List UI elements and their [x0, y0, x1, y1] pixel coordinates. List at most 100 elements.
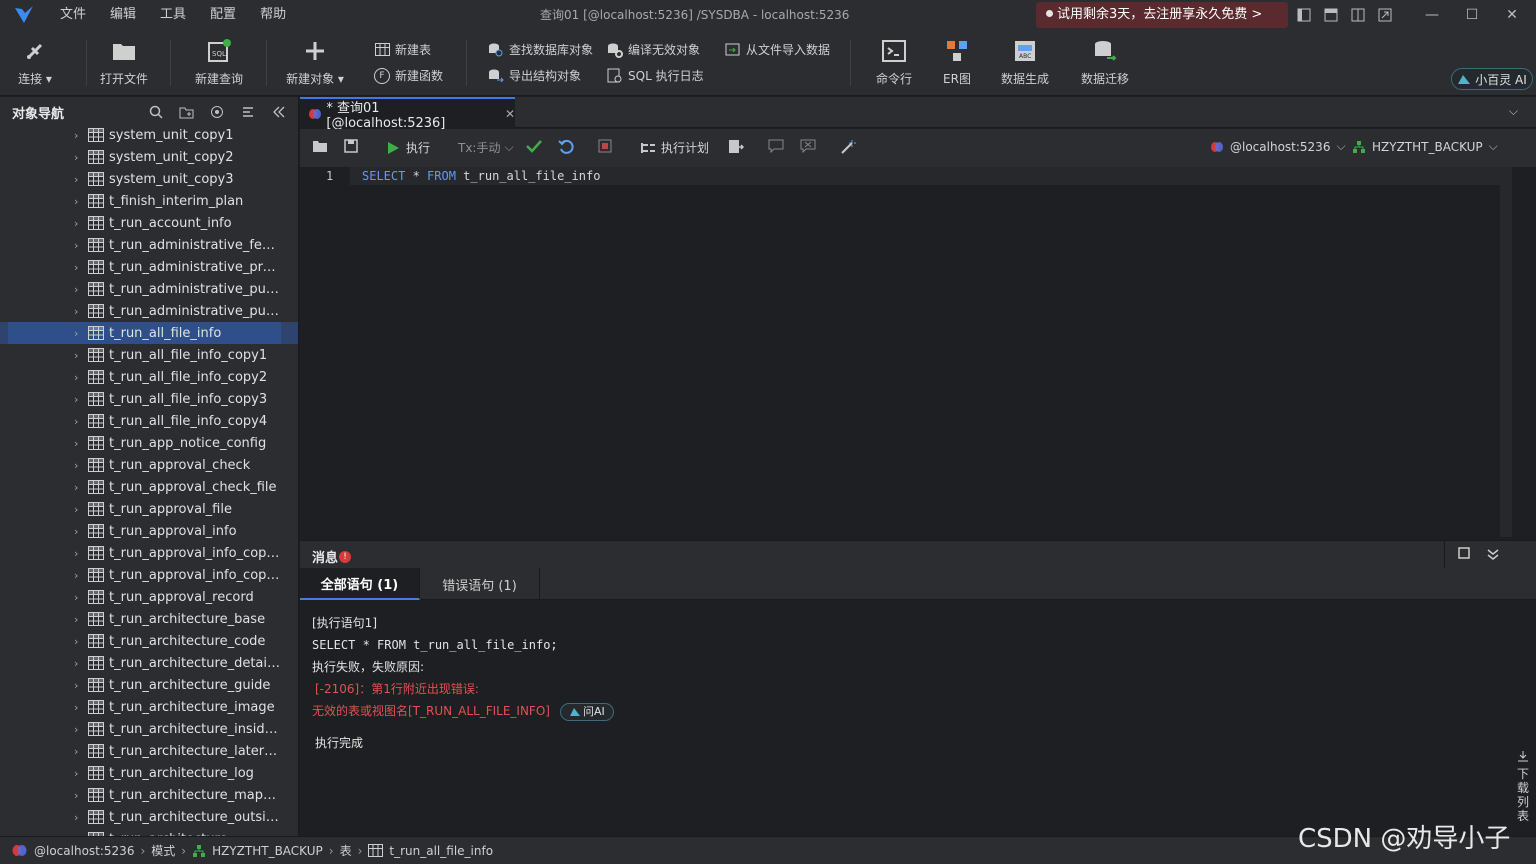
data-gen-button[interactable]: ABC 数据生成: [990, 38, 1060, 87]
tree-item[interactable]: › t_run_approval_check_file: [0, 476, 298, 498]
rollback-icon[interactable]: [558, 139, 574, 155]
menu-config[interactable]: 配置: [198, 0, 248, 30]
sql-editor[interactable]: 1 SELECT * FROM t_run_all_file_info: [300, 167, 1500, 537]
tab-close-icon[interactable]: ✕: [505, 107, 515, 121]
find-db-object-button[interactable]: 查找数据库对象: [488, 41, 593, 58]
open-file-button[interactable]: 打开文件: [89, 38, 159, 87]
execute-button[interactable]: 执行: [386, 139, 430, 156]
chevron-right-icon[interactable]: ›: [74, 349, 88, 362]
tree-item[interactable]: › system_unit_copy2: [0, 146, 298, 168]
chevron-right-icon[interactable]: ›: [74, 393, 88, 406]
tab-query01[interactable]: * 查询01 [@localhost:5236] ✕: [300, 97, 515, 131]
tree-item[interactable]: › system_unit_copy3: [0, 168, 298, 190]
chevron-right-icon[interactable]: ›: [74, 151, 88, 164]
status-connection[interactable]: @localhost:5236: [34, 844, 134, 858]
chevron-right-icon[interactable]: ›: [74, 679, 88, 692]
data-migrate-button[interactable]: 数据迁移: [1070, 38, 1140, 87]
chevron-right-icon[interactable]: ›: [74, 547, 88, 560]
commit-icon[interactable]: [526, 139, 542, 153]
chevron-right-icon[interactable]: ›: [74, 327, 88, 340]
exec-plan-button[interactable]: 执行计划: [640, 139, 709, 156]
cmdline-button[interactable]: 命令行: [859, 38, 929, 87]
sql-log-button[interactable]: SQL 执行日志: [607, 67, 704, 84]
chevron-right-icon[interactable]: ›: [74, 437, 88, 450]
chevron-right-icon[interactable]: ›: [74, 635, 88, 648]
chevron-right-icon[interactable]: ›: [74, 459, 88, 472]
magic-wand-icon[interactable]: [840, 139, 856, 155]
chevron-right-icon[interactable]: ›: [74, 503, 88, 516]
chevron-right-icon[interactable]: ›: [74, 525, 88, 538]
chevron-right-icon[interactable]: ›: [74, 723, 88, 736]
tree-item[interactable]: › t_run_approval_file: [0, 498, 298, 520]
tree-item[interactable]: › t_run_approval_info: [0, 520, 298, 542]
chevron-right-icon[interactable]: ›: [74, 283, 88, 296]
chevron-right-icon[interactable]: ›: [74, 811, 88, 824]
er-button[interactable]: ER图: [922, 38, 992, 87]
editor-scrollbar[interactable]: [1500, 167, 1512, 537]
tree-item[interactable]: › t_run_all_file_info_copy3: [0, 388, 298, 410]
chevron-right-icon[interactable]: ›: [74, 173, 88, 186]
maximize-panel-icon[interactable]: [1458, 547, 1470, 562]
status-table[interactable]: t_run_all_file_info: [389, 844, 493, 858]
status-schema[interactable]: HZYZTHT_BACKUP: [212, 844, 323, 858]
chevron-right-icon[interactable]: ›: [74, 789, 88, 802]
tree-item[interactable]: › t_run_architecture_mapping: [0, 784, 298, 806]
chevron-right-icon[interactable]: ›: [74, 657, 88, 670]
export-struct-button[interactable]: 导出结构对象: [488, 67, 581, 84]
save-icon[interactable]: [344, 139, 358, 153]
chevron-right-icon[interactable]: ›: [74, 613, 88, 626]
new-object-button[interactable]: 新建对象 ▾: [280, 38, 350, 87]
tree-item[interactable]: › t_finish_interim_plan: [0, 190, 298, 212]
new-table-button[interactable]: 新建表: [374, 41, 431, 58]
tab-all-statements[interactable]: 全部语句 (1): [300, 568, 420, 600]
tree-item[interactable]: › t_run_approval_info_copy1: [0, 542, 298, 564]
import-file-button[interactable]: 从文件导入数据: [725, 41, 830, 58]
comment-icon[interactable]: [768, 139, 784, 153]
sql-text[interactable]: SELECT * FROM t_run_all_file_info: [362, 169, 600, 183]
layout-left-icon[interactable]: [1290, 0, 1318, 30]
chevron-right-icon[interactable]: ›: [74, 261, 88, 274]
schema-select[interactable]: HZYZTHT_BACKUP ⌵: [1352, 139, 1498, 154]
chevron-right-icon[interactable]: ›: [74, 745, 88, 758]
ask-ai-button[interactable]: 问AI: [559, 702, 614, 721]
tree-item[interactable]: › t_run_architecture_detail_im...: [0, 652, 298, 674]
tree-item[interactable]: › t_run_approval_info_copy2: [0, 564, 298, 586]
stop-icon[interactable]: [598, 139, 612, 153]
tree-item[interactable]: › t_run_all_file_info_copy2: [0, 366, 298, 388]
new-function-button[interactable]: F 新建函数: [374, 67, 443, 84]
new-folder-icon[interactable]: [178, 104, 194, 120]
tree-item[interactable]: › t_run_administrative_punish...: [0, 278, 298, 300]
minimize-icon[interactable]: —: [1418, 0, 1446, 30]
menu-file[interactable]: 文件: [48, 0, 98, 30]
chevron-right-icon[interactable]: ›: [74, 239, 88, 252]
tree-item[interactable]: › t_run_all_file_info_copy1: [0, 344, 298, 366]
tree-item[interactable]: › t_run_architecture_inside_im...: [0, 718, 298, 740]
download-list-tab[interactable]: 下载列表: [1512, 750, 1534, 823]
tree-item[interactable]: › t_run_app_notice_config: [0, 432, 298, 454]
layout-top-icon[interactable]: [1317, 0, 1345, 30]
format-icon[interactable]: [728, 139, 744, 155]
chevron-right-icon[interactable]: ›: [74, 217, 88, 230]
chevron-right-icon[interactable]: ›: [74, 415, 88, 428]
status-mode[interactable]: 模式: [151, 842, 175, 859]
fullscreen-icon[interactable]: [1371, 0, 1399, 30]
chevron-right-icon[interactable]: ›: [74, 481, 88, 494]
tree-item[interactable]: › t_run_architecture_image: [0, 696, 298, 718]
tree-item[interactable]: › t_run_account_info: [0, 212, 298, 234]
open-folder-icon[interactable]: [312, 139, 328, 153]
hide-panel-icon[interactable]: [271, 104, 287, 120]
chevron-right-icon[interactable]: ›: [74, 371, 88, 384]
connect-button[interactable]: 连接 ▾: [0, 38, 70, 87]
tree-item[interactable]: › t_run_architecture_lateral_i...: [0, 740, 298, 762]
tree-item[interactable]: › t_run_approval_check: [0, 454, 298, 476]
ai-assistant-button[interactable]: 小百灵 AI: [1451, 68, 1533, 90]
compile-invalid-button[interactable]: 编译无效对象: [607, 41, 700, 58]
tree-item[interactable]: ›t_run_architecture_...: [0, 828, 298, 836]
tree-item[interactable]: › t_run_architecture_log: [0, 762, 298, 784]
tx-mode-select[interactable]: Tx:手动 ⌵: [458, 139, 514, 156]
chevron-right-icon[interactable]: ›: [74, 569, 88, 582]
chevron-right-icon[interactable]: ›: [74, 129, 88, 142]
tree-item[interactable]: › t_run_architecture_code: [0, 630, 298, 652]
tree-item[interactable]: › t_run_administrative_punish...: [0, 300, 298, 322]
new-query-button[interactable]: SQL 新建查询: [184, 38, 254, 87]
